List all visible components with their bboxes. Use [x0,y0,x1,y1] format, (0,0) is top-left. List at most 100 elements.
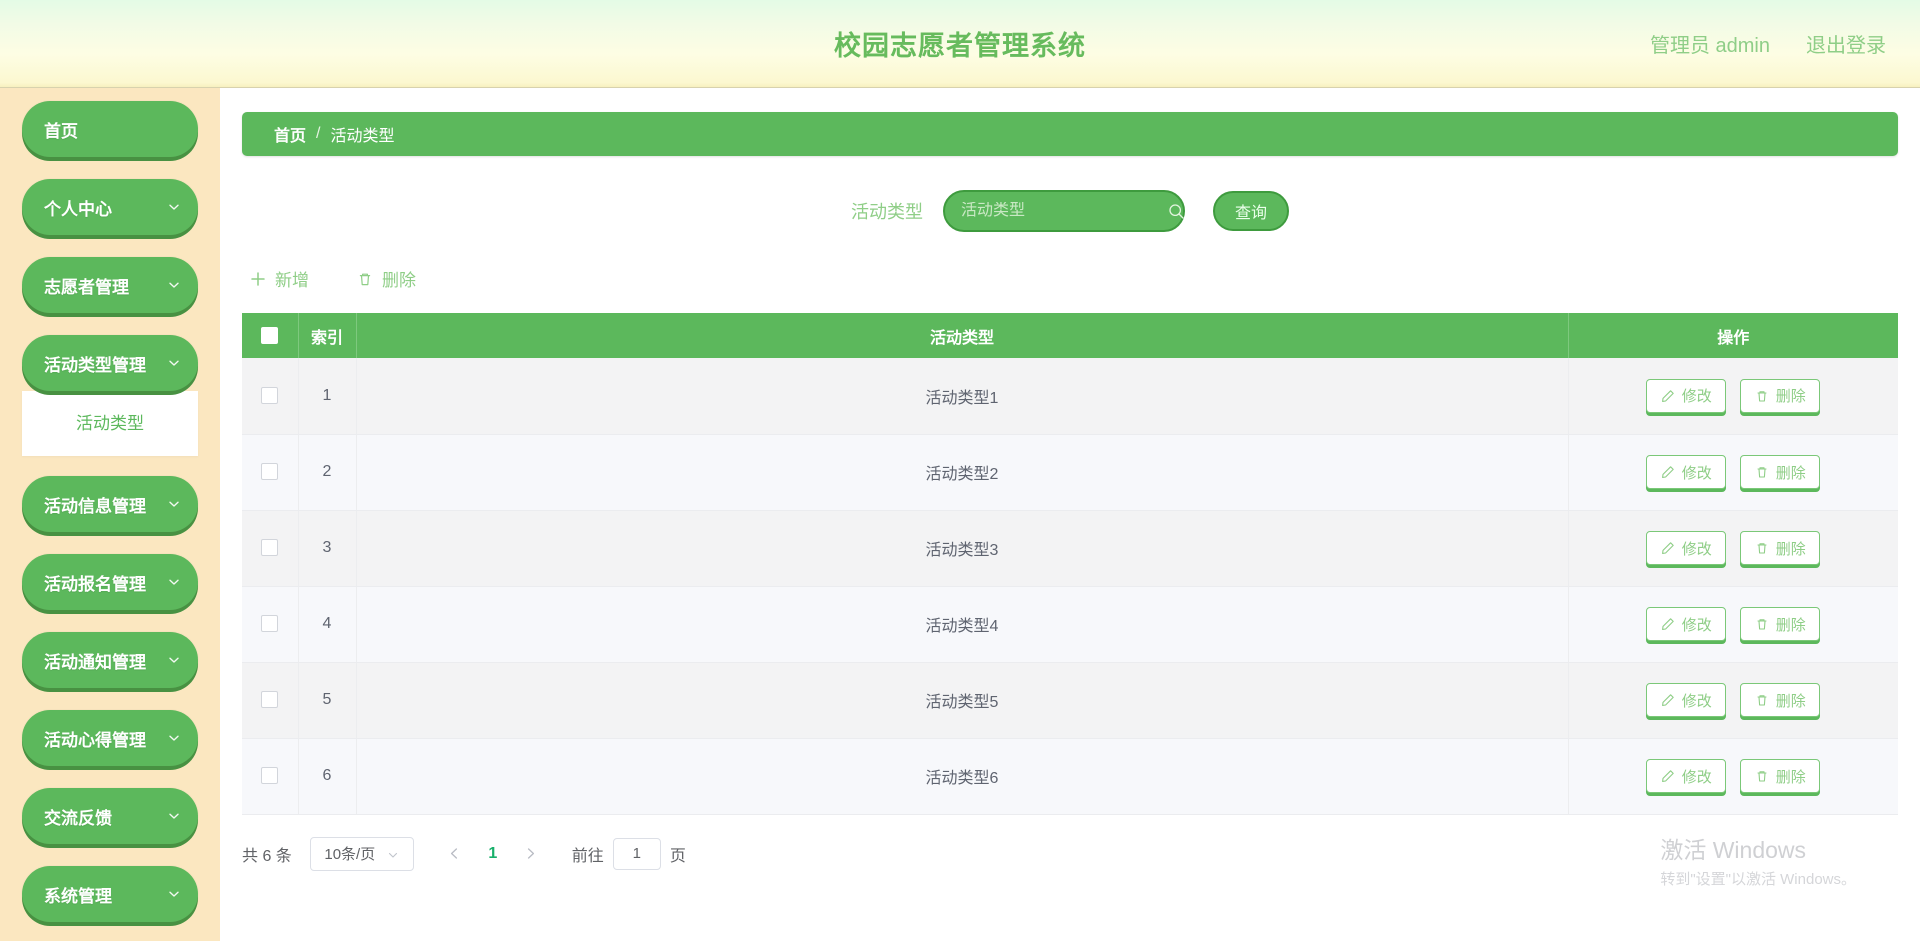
row-actions-cell: 修改 删除 [1568,358,1898,435]
sidebar-item-label: 活动信息管理 [44,496,146,516]
delete-button[interactable]: 删除 [1740,759,1821,793]
table-row[interactable]: 5 活动类型5 修改 删除 [242,662,1898,739]
pagination-page-1[interactable]: 1 [478,839,508,869]
sidebar-item-label: 系统管理 [44,886,112,906]
row-checkbox[interactable] [261,767,279,785]
current-user-label[interactable]: 管理员 admin [1650,29,1770,58]
trash-icon [1755,465,1769,479]
page-title: 校园志愿者管理系统 [834,31,1086,61]
sidebar-item-activity-signup-management[interactable]: 活动报名管理 [22,554,198,610]
row-index-cell: 2 [298,434,357,511]
edit-button[interactable]: 修改 [1646,531,1727,565]
row-index-cell: 4 [298,586,357,663]
pencil-icon [1661,541,1675,555]
delete-button[interactable]: 删除 [1740,607,1821,641]
table-row[interactable]: 4 活动类型4 修改 删除 [242,586,1898,663]
row-checkbox[interactable] [261,691,279,709]
delete-button[interactable]: 删除 [1740,683,1821,717]
sidebar-item-home[interactable]: 首页 [22,101,198,157]
sidebar-item-activity-experience-management[interactable]: 活动心得管理 [22,710,198,766]
row-actions: 修改 删除 [1569,531,1899,565]
page-size-select[interactable]: 10条/页 [309,836,414,871]
query-button[interactable]: 查询 [1213,191,1289,231]
sidebar-item-volunteer-management[interactable]: 志愿者管理 [22,257,198,313]
sidebar-item-activity-type-management[interactable]: 活动类型管理 [22,335,198,391]
edit-button[interactable]: 修改 [1646,378,1727,413]
row-checkbox[interactable] [261,539,279,557]
table-row[interactable]: 2 活动类型2 修改 删除 [242,434,1899,511]
jump-page-input[interactable] [612,837,661,870]
app-header: 校园志愿者管理系统 管理员 admin 退出登录 [0,0,1920,88]
row-actions-cell: 修改 删除 [1568,586,1898,663]
sidebar-item-label: 首页 [44,121,78,141]
breadcrumb-home[interactable]: 首页 [274,122,306,146]
sidebar-item-label: 活动类型管理 [44,355,146,375]
sidebar-subitem-activity-type[interactable]: 活动类型 [22,403,198,440]
table-row[interactable]: 1 活动类型1 修改 删除 [242,358,1898,435]
edit-button[interactable]: 修改 [1646,759,1727,793]
pagination-jumper: 前往 页 [572,837,686,870]
breadcrumb-separator: / [316,125,321,142]
batch-delete-button[interactable]: 删除 [357,266,416,291]
row-actions: 修改 删除 [1569,759,1899,793]
row-actions: 修改 删除 [1569,455,1899,489]
select-all-checkbox[interactable] [261,326,279,344]
app-root: 校园志愿者管理系统 管理员 admin 退出登录 首页 个人中心 志愿者管理 活… [0,0,1920,941]
search-icon [1168,203,1185,220]
sidebar-item-label: 交流反馈 [44,808,112,828]
row-activity-type-cell: 活动类型1 [356,358,1569,435]
batch-delete-button-label: 删除 [382,271,416,290]
watermark-subtitle: 转到"设置"以激活 Windows。 [1660,871,1856,888]
sidebar-item-personal-center[interactable]: 个人中心 [22,179,198,235]
delete-button-label: 删除 [1775,692,1806,710]
row-activity-type-cell: 活动类型4 [356,586,1569,663]
search-bar: 活动类型 查询 [220,190,1920,232]
delete-button-label: 删除 [1775,616,1806,634]
edit-button[interactable]: 修改 [1646,607,1727,641]
row-checkbox[interactable] [261,387,279,405]
chevron-down-icon [167,731,181,745]
sidebar-item-communication-feedback[interactable]: 交流反馈 [22,788,198,844]
sidebar: 首页 个人中心 志愿者管理 活动类型管理 活动类型 活动信息管理 活动报名管理 … [0,88,220,941]
table-body: 1 活动类型1 修改 删除 2 活动类型2 修改 删除 3 活动类型3 修改 删… [242,358,1899,815]
pagination-prev-button[interactable] [440,839,470,869]
column-header-operations: 操作 [1568,313,1898,358]
pagination-next-button[interactable] [516,839,546,869]
sidebar-item-activity-notice-management[interactable]: 活动通知管理 [22,632,198,688]
edit-button[interactable]: 修改 [1646,455,1727,489]
sidebar-item-system-management[interactable]: 系统管理 [22,866,198,922]
search-input[interactable] [961,202,1168,220]
column-header-index: 索引 [298,313,357,358]
edit-button-label: 修改 [1681,540,1712,558]
sidebar-submenu-activity-type: 活动类型 [22,391,198,456]
search-input-wrapper[interactable] [943,190,1185,232]
delete-button[interactable]: 删除 [1740,455,1821,489]
chevron-down-icon [167,278,181,292]
pagination-total: 共 6 条 [242,847,292,865]
table-row[interactable]: 3 活动类型3 修改 删除 [242,510,1899,587]
delete-button[interactable]: 删除 [1740,531,1821,565]
chevron-left-icon [451,848,458,859]
sidebar-item-activity-info-management[interactable]: 活动信息管理 [22,476,198,532]
select-all-header [242,313,299,358]
chevron-down-icon [167,356,181,370]
delete-button[interactable]: 删除 [1740,378,1821,413]
row-select-cell [242,358,299,435]
edit-button-label: 修改 [1681,616,1712,634]
table-row[interactable]: 6 活动类型6 修改 删除 [242,738,1899,815]
row-checkbox[interactable] [261,463,279,481]
row-select-cell [242,434,299,511]
trash-icon [1755,541,1769,555]
breadcrumb: 首页 / 活动类型 [242,112,1898,156]
chevron-down-icon [387,848,399,860]
row-index-cell: 3 [298,510,357,587]
logout-button[interactable]: 退出登录 [1806,29,1886,58]
sidebar-item-label: 活动报名管理 [44,574,146,594]
table-head: 索引 活动类型 操作 [242,313,1898,358]
row-checkbox[interactable] [261,615,279,633]
row-activity-type-cell: 活动类型5 [356,662,1569,739]
add-button[interactable]: 新增 [250,266,309,291]
chevron-down-icon [167,653,181,667]
sidebar-item-label: 志愿者管理 [44,277,129,297]
edit-button[interactable]: 修改 [1646,683,1727,717]
